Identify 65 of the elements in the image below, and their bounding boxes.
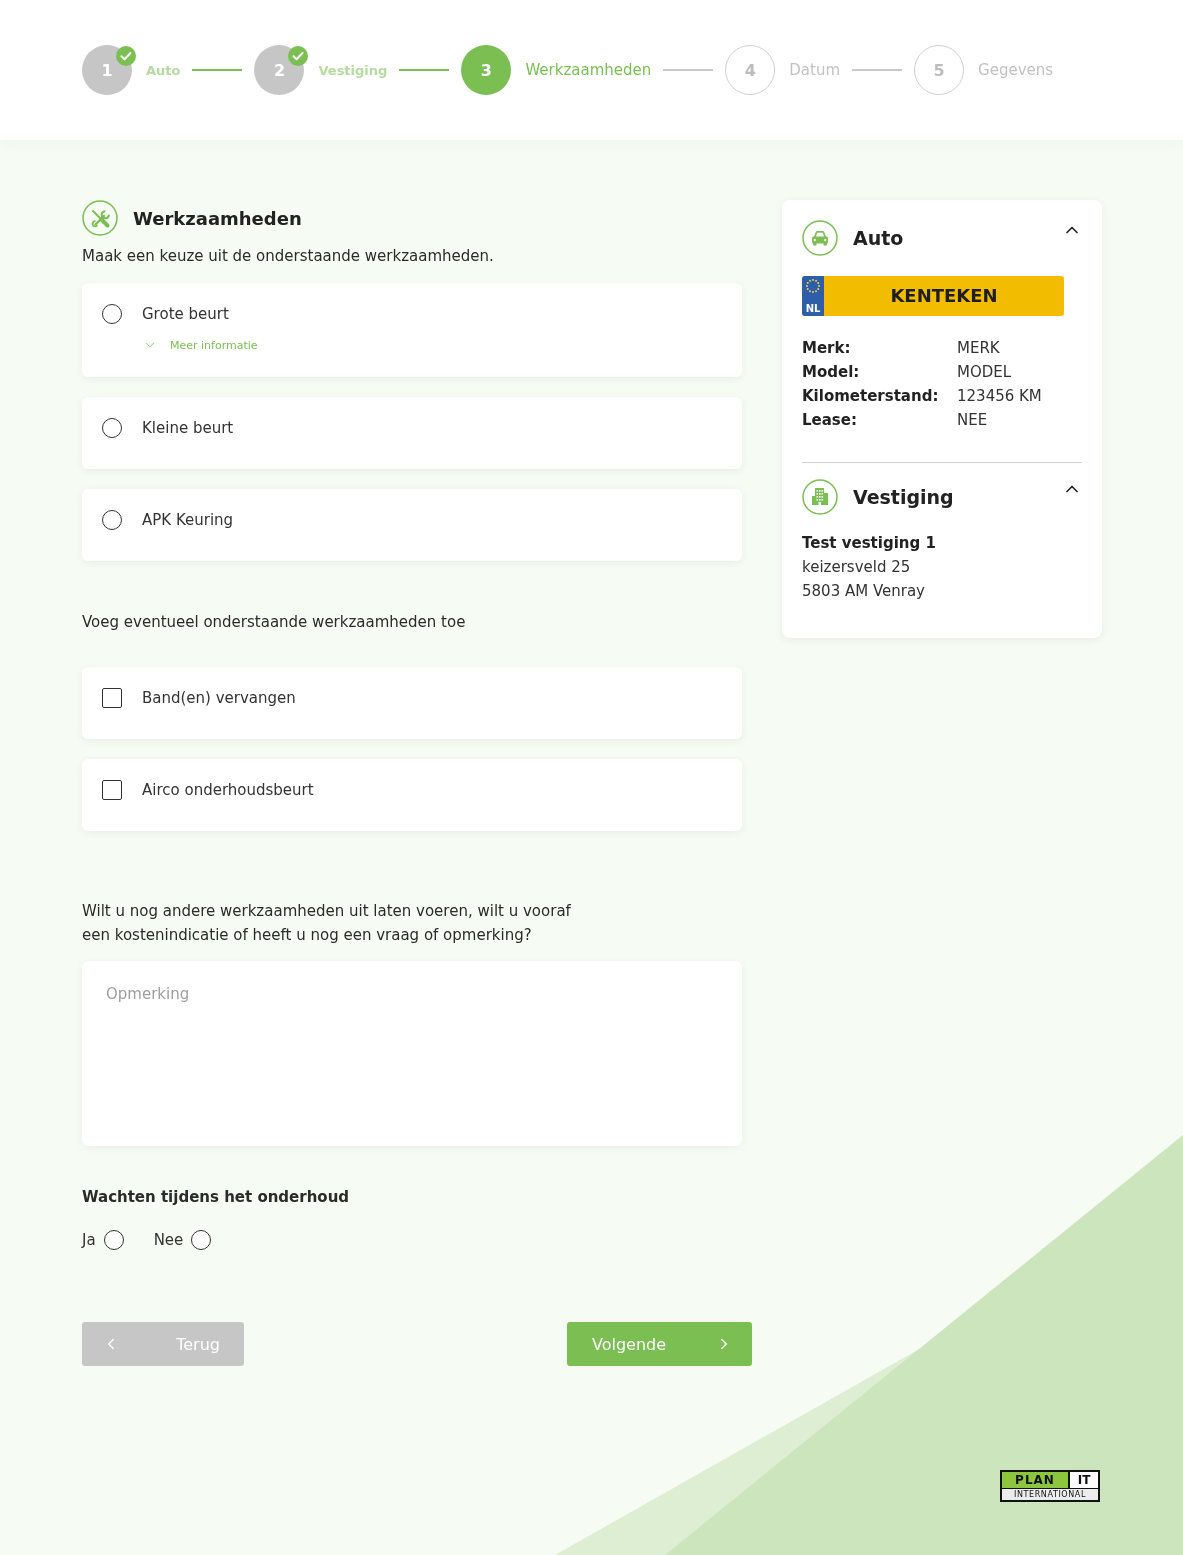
branch-name: Test vestiging 1 (802, 533, 936, 554)
radio-button[interactable] (102, 418, 122, 438)
option-label: Ja (82, 1231, 96, 1249)
summary-title: Vestiging (853, 486, 954, 508)
remarks-question: Wilt u nog andere werkzaamheden uit laten voeren, wilt u vooraf een kostenindicatie of heeft u nog een vraag of opmerking? (82, 901, 572, 946)
option-label: Kleine beurt (142, 419, 234, 437)
step-label[interactable]: Vestiging (318, 62, 388, 78)
step-label[interactable]: Werkzaamheden (525, 61, 652, 79)
step-circle[interactable]: 1 (82, 45, 132, 95)
back-button[interactable]: Terug (82, 1322, 244, 1366)
extra-option-card[interactable]: Airco onderhoudsbeurt (82, 759, 742, 831)
plate-number: KENTEKEN (889, 284, 999, 308)
detail-value: NEE (957, 410, 988, 431)
radio-button[interactable] (102, 304, 122, 324)
step-label[interactable]: Datum (789, 61, 841, 79)
section-subtitle: Maak een keuze uit de onderstaande werkzaamheden. (82, 246, 494, 267)
option-label: Nee (153, 1231, 184, 1249)
checkbox[interactable] (102, 780, 122, 800)
detail-label: Lease: (802, 410, 857, 431)
remarks-field[interactable]: Opmerking (82, 961, 742, 1146)
car-icon (802, 220, 838, 256)
service-option-card[interactable]: APK Keuring (82, 489, 742, 561)
more-info-link[interactable]: Meer informatie (143, 337, 258, 353)
branch-address: 5803 AM Venray (802, 581, 925, 602)
extra-option-card[interactable]: Band(en) vervangen (82, 667, 742, 739)
step-connector (192, 69, 243, 71)
step-circle[interactable]: 5 (914, 45, 965, 95)
summary-title: Auto (853, 227, 904, 249)
building-icon (802, 479, 838, 515)
country-code: NL (805, 303, 821, 315)
eu-stars-icon (806, 279, 820, 293)
step-connector (663, 69, 714, 71)
section-title: Werkzaamheden (133, 207, 302, 229)
step-label[interactable]: Gegevens (978, 61, 1054, 79)
waiting-title: Wachten tijdens het onderhoud (82, 1187, 350, 1208)
detail-label: Model: (802, 362, 860, 383)
radio-button[interactable] (102, 510, 122, 530)
step-circle[interactable]: 4 (725, 45, 776, 95)
radio-button[interactable] (103, 1230, 124, 1250)
detail-value: 123456 KM (957, 386, 1042, 407)
step-circle[interactable]: 2 (254, 45, 305, 95)
step-connector (852, 69, 903, 71)
step-connector (399, 69, 450, 71)
logo-text: PLAN (1002, 1472, 1068, 1488)
logo-tagline: INTERNATIONAL (1002, 1489, 1098, 1500)
step-circle[interactable]: 3 (461, 45, 512, 95)
check-icon (288, 46, 309, 66)
service-option-card[interactable]: Grote beurt Meer informatie (82, 283, 742, 377)
next-button[interactable]: Volgende (567, 1322, 752, 1366)
option-label: Airco onderhoudsbeurt (142, 781, 314, 799)
option-label: APK Keuring (142, 511, 234, 529)
checkbox[interactable] (102, 688, 122, 708)
service-option-card[interactable]: Kleine beurt (82, 397, 742, 469)
option-label: Grote beurt (142, 305, 229, 323)
branch-address: keizersveld 25 (802, 557, 911, 578)
detail-label: Kilometerstand: (802, 386, 939, 407)
detail-value: MODEL (957, 362, 1012, 383)
detail-value: MERK (957, 338, 1000, 359)
tools-icon (82, 200, 118, 236)
step-label[interactable]: Auto (146, 62, 181, 78)
extras-heading: Voeg eventueel onderstaande werkzaamheden toe (82, 612, 466, 633)
detail-label: Merk: (802, 338, 851, 359)
check-icon (116, 46, 136, 66)
radio-button[interactable] (191, 1230, 212, 1250)
option-label: Band(en) vervangen (142, 689, 296, 707)
